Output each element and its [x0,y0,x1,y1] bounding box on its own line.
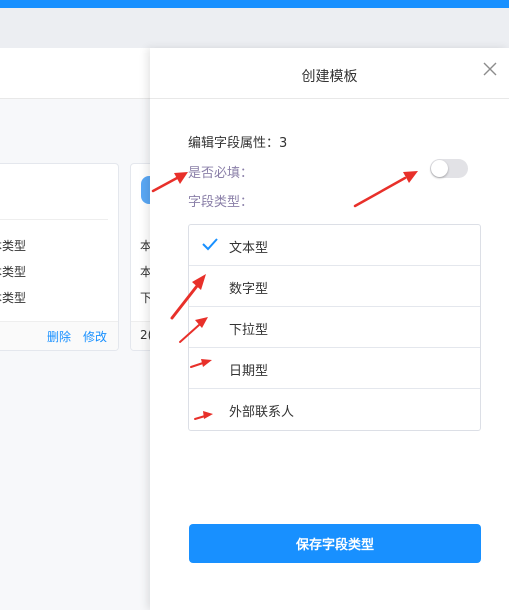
field-type-option-dropdown[interactable]: 下拉型 [189,307,480,348]
field-props-label: 编辑字段属性：3 [188,136,288,151]
card-row: 文本类型 [0,291,27,305]
card-row: 文本类型 [0,265,27,279]
card-divider [0,219,108,220]
field-type-option-external-contact[interactable]: 外部联系人 [189,389,480,429]
field-type-list: 文本型 数字型 下拉型 日期型 外部联系人 [188,224,481,431]
field-type-option-label: 日期型 [229,364,269,379]
field-type-label: 字段类型： [188,195,254,210]
drawer-title: 创建模板 [301,69,358,85]
delete-link[interactable]: 删除 [47,328,71,345]
field-type-option-label: 数字型 [229,282,269,297]
top-accent-bar [0,0,509,8]
field-type-option-label: 外部联系人 [229,405,295,420]
content-header [0,48,150,99]
card-footer: 删除 修改 [0,321,118,350]
field-type-option-date[interactable]: 日期型 [189,348,480,389]
save-field-type-button[interactable]: 保存字段类型 [189,524,481,563]
sub-header-bar [0,8,509,48]
field-type-option-text[interactable]: 文本型 [189,225,480,266]
edit-link[interactable]: 修改 [83,328,107,345]
close-icon[interactable] [481,60,499,78]
check-icon [201,236,219,252]
template-card: 文本类型 文本类型 文本类型 删除 修改 [0,163,119,351]
field-type-option-label: 下拉型 [229,323,269,338]
field-type-option-number[interactable]: 数字型 [189,266,480,307]
toggle-knob [431,160,448,177]
required-toggle[interactable] [430,159,468,178]
drawer-divider [150,98,509,99]
field-type-option-label: 文本型 [229,241,269,256]
card-row: 文本类型 [0,239,27,253]
create-template-drawer: 创建模板 编辑字段属性：3 是否必填： 字段类型： 文本型 数字型 下拉型 日期… [150,48,509,610]
required-label: 是否必填： [188,166,254,181]
